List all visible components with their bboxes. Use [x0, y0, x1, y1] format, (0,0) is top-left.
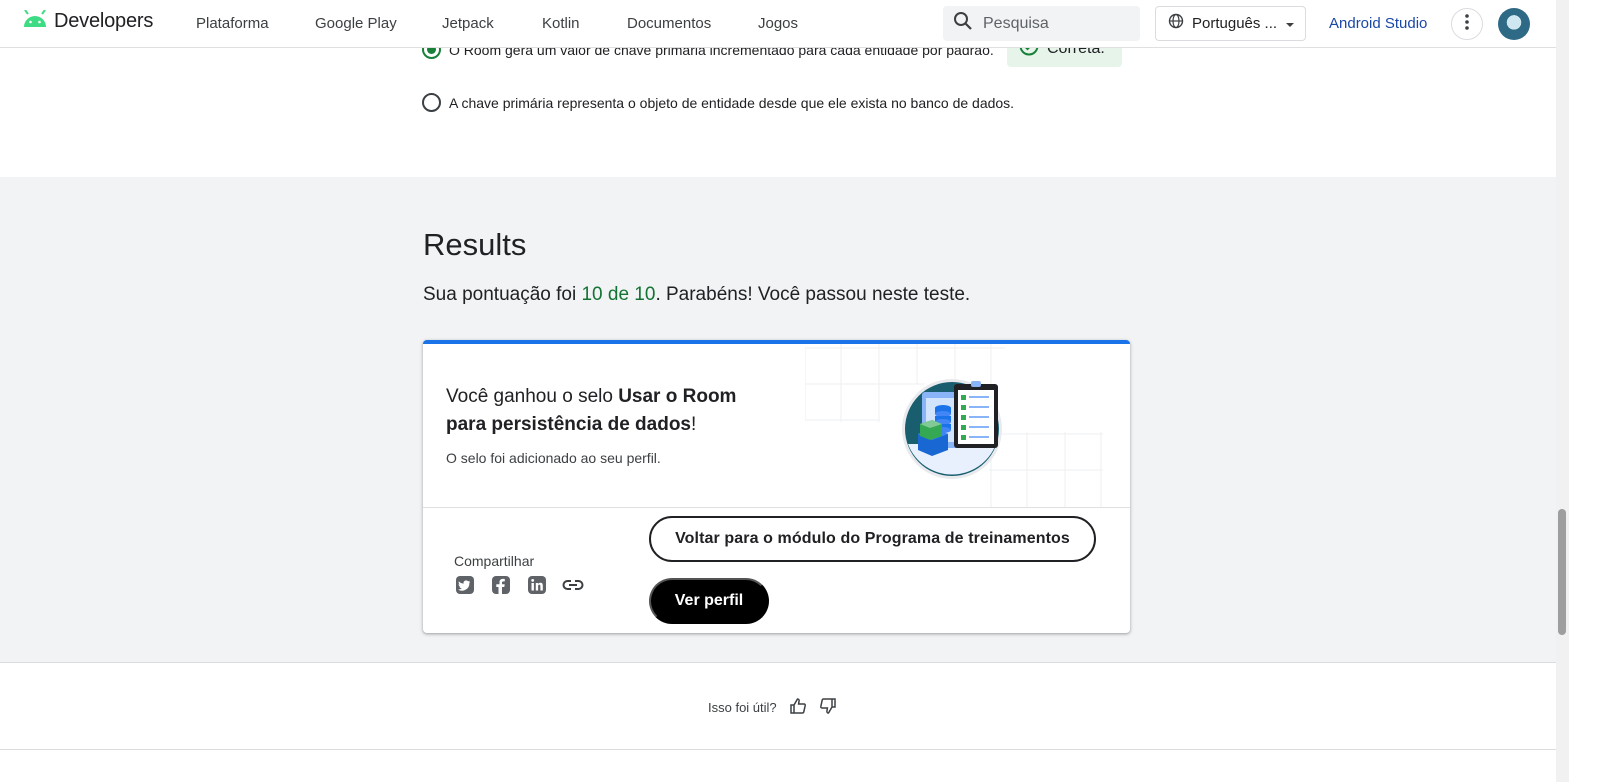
- globe-icon: [1168, 13, 1184, 34]
- nav-item-kotlin[interactable]: Kotlin: [542, 15, 580, 32]
- feedback-row: Isso foi útil?: [708, 697, 837, 718]
- search-placeholder: Pesquisa: [983, 14, 1049, 32]
- avatar[interactable]: [1498, 8, 1530, 40]
- nav-item-google-play[interactable]: Google Play: [315, 15, 397, 32]
- view-profile-button[interactable]: Ver perfil: [649, 578, 769, 624]
- facebook-icon[interactable]: [490, 574, 512, 596]
- score-suffix: . Parabéns! Você passou neste teste.: [655, 284, 971, 305]
- share-icons: [454, 574, 584, 596]
- language-label: Português ...: [1192, 15, 1278, 32]
- caret-down-icon: [1285, 15, 1295, 33]
- nav-item-documentos[interactable]: Documentos: [627, 15, 711, 32]
- android-studio-link[interactable]: Android Studio: [1329, 15, 1427, 32]
- badge-title: Você ganhou o selo Usar o Room para pers…: [446, 383, 776, 439]
- quiz-question-area: [0, 48, 1556, 177]
- language-selector[interactable]: Português ...: [1155, 6, 1306, 41]
- answer-option-text: A chave primária representa o objeto de …: [449, 94, 1015, 111]
- back-to-module-button[interactable]: Voltar para o módulo do Programa de trei…: [649, 516, 1096, 562]
- nav-item-jogos[interactable]: Jogos: [758, 15, 798, 32]
- nav-item-plataforma[interactable]: Plataforma: [196, 15, 269, 32]
- share-label: Compartilhar: [454, 553, 535, 569]
- score-summary: Sua pontuação foi 10 de 10. Parabéns! Vo…: [423, 284, 970, 306]
- more-options-button[interactable]: [1451, 8, 1483, 40]
- score-prefix: Sua pontuação foi: [423, 284, 582, 305]
- page-scrollbar[interactable]: [1556, 0, 1569, 782]
- thumb-down-icon[interactable]: [819, 697, 837, 718]
- nav-item-jetpack[interactable]: Jetpack: [442, 15, 494, 32]
- check-circle-icon: [1019, 48, 1039, 61]
- badge-subtitle: O selo foi adicionado ao seu perfil.: [446, 450, 661, 466]
- correct-label: Correta.: [1047, 48, 1105, 57]
- linkedin-icon[interactable]: [526, 574, 548, 596]
- scrollbar-thumb[interactable]: [1558, 509, 1566, 635]
- developers-logo[interactable]: Developers: [22, 9, 154, 33]
- badge-title-prefix: Você ganhou o selo: [446, 386, 619, 407]
- link-icon[interactable]: [562, 574, 584, 596]
- twitter-icon[interactable]: [454, 574, 476, 596]
- badge-title-suffix: !: [691, 414, 697, 435]
- score-value: 10 de 10: [581, 284, 656, 305]
- radio-unselected[interactable]: [422, 93, 441, 112]
- room-badge-icon: [902, 379, 1002, 479]
- results-title: Results: [423, 227, 527, 262]
- more-vert-icon: [1465, 13, 1469, 35]
- correct-badge: Correta.: [1007, 48, 1122, 67]
- logo-text: Developers: [54, 10, 154, 32]
- search-icon: [953, 11, 973, 36]
- badge-card: Você ganhou o selo Usar o Room para pers…: [423, 340, 1130, 633]
- top-navigation: Developers Plataforma Google Play Jetpac…: [0, 0, 1556, 48]
- thumb-up-icon[interactable]: [789, 697, 807, 718]
- answer-option[interactable]: A chave primária representa o objeto de …: [422, 93, 1014, 112]
- feedback-question: Isso foi útil?: [708, 700, 777, 715]
- android-logo-icon: [22, 9, 48, 33]
- footer-divider: [0, 749, 1556, 750]
- card-divider: [423, 507, 1130, 508]
- search-input[interactable]: Pesquisa: [943, 6, 1140, 41]
